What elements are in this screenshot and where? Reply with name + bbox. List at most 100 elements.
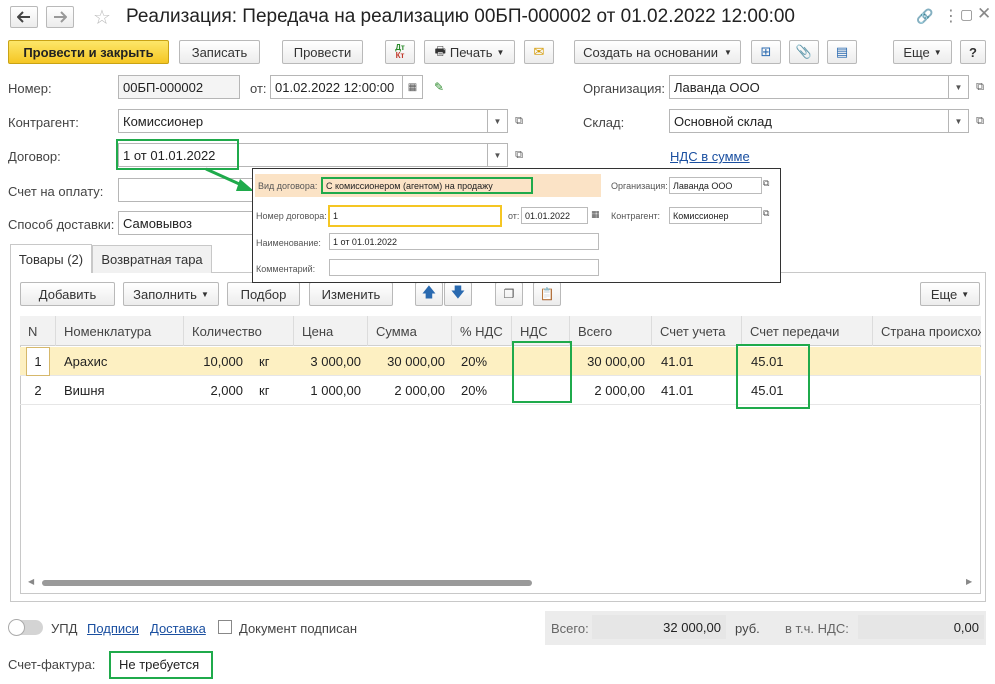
paste-rows-button[interactable]: 📋 (533, 282, 561, 306)
list-button[interactable]: ▤ (827, 40, 857, 64)
table-header: N Номенклатура Количество Цена Сумма % Н… (20, 316, 981, 346)
col-n[interactable]: N (20, 316, 56, 346)
structure-button[interactable]: ⊞ (751, 40, 781, 64)
counterparty-open-icon[interactable]: ⧉ (509, 109, 529, 133)
col-country[interactable]: Страна происхож (873, 316, 981, 346)
delivery-field[interactable]: Самовывоз (118, 211, 258, 235)
comment-field[interactable] (329, 259, 599, 276)
select-button[interactable]: Подбор (227, 282, 300, 306)
signed-checkbox[interactable] (218, 620, 232, 634)
copy-icon: ❐ (503, 287, 515, 301)
popup-date-field[interactable]: 01.01.2022 (521, 207, 588, 224)
name-label: Наименование: (256, 238, 321, 248)
move-up-button[interactable]: 🡅 (415, 282, 443, 306)
create-based-label: Создать на основании (583, 44, 718, 60)
link-icon[interactable]: 🔗 (916, 8, 933, 25)
name-field[interactable]: 1 от 01.01.2022 (329, 233, 599, 250)
maximize-icon[interactable]: ▢ (960, 6, 973, 23)
table-more-label: Еще (930, 286, 958, 302)
warehouse-open-icon[interactable]: ⧉ (970, 109, 990, 133)
col-qty[interactable]: Количество (184, 316, 294, 346)
popup-org-field[interactable]: Лаванда ООО (669, 177, 762, 194)
counterparty-field[interactable]: Комиссионер (118, 109, 488, 133)
forward-button[interactable] (46, 6, 74, 28)
horizontal-scrollbar[interactable]: ◀ ▶ (28, 577, 974, 587)
col-vat-rate[interactable]: % НДС (452, 316, 512, 346)
col-transfer-account[interactable]: Счет передачи (742, 316, 873, 346)
dt-kt-icon-bottom: Кт (395, 51, 405, 60)
cell-qty: 10,000 (203, 354, 243, 369)
total-value-text: 32 000,00 (663, 619, 721, 635)
printer-icon: 🖶 (434, 43, 446, 58)
favorite-star-icon[interactable]: ☆ (93, 5, 111, 30)
organization-dropdown[interactable]: ▼ (949, 75, 969, 99)
create-based-on-button[interactable]: Создать на основании ▼ (574, 40, 741, 64)
move-down-button[interactable]: 🡇 (444, 282, 472, 306)
popup-counterparty-open-icon[interactable]: ⧉ (763, 208, 769, 219)
scroll-thumb[interactable] (42, 580, 532, 586)
delivery-label: Способ доставки: (8, 217, 115, 232)
transfer-account-highlight (736, 344, 810, 409)
hierarchy-icon: ⊞ (760, 44, 772, 59)
chevron-down-icon: ▼ (723, 47, 732, 57)
fill-button[interactable]: Заполнить ▼ (123, 282, 219, 306)
envelope-icon: ✉ (533, 44, 545, 59)
cell-n: 2 (26, 376, 50, 405)
email-button[interactable]: ✉ (524, 40, 554, 64)
contract-type-field[interactable]: С комиссионером (агентом) на продажу (321, 177, 533, 194)
edit-number-icon[interactable]: ✎ (434, 80, 444, 94)
col-total[interactable]: Всего (570, 316, 652, 346)
copy-rows-button[interactable]: ❐ (495, 282, 523, 306)
contract-label: Договор: (8, 149, 61, 164)
close-icon[interactable]: ✕ (977, 4, 991, 24)
back-button[interactable] (10, 6, 38, 28)
organization-open-icon[interactable]: ⧉ (970, 75, 990, 99)
arrow-left-icon (17, 11, 30, 23)
vat-in-sum-link[interactable]: НДС в сумме (670, 149, 750, 164)
help-button[interactable]: ? (960, 40, 986, 64)
col-account[interactable]: Счет учета (652, 316, 742, 346)
cell-n: 1 (26, 347, 50, 376)
table-row[interactable]: 1 Арахис 10,000 кг 3 000,00 30 000,00 20… (20, 347, 981, 376)
number-field[interactable]: 00БП-000002 (118, 75, 240, 99)
attach-button[interactable]: 📎 (789, 40, 819, 64)
more-button[interactable]: Еще ▼ (893, 40, 952, 64)
col-sum[interactable]: Сумма (368, 316, 452, 346)
table-more-button[interactable]: Еще ▼ (920, 282, 980, 306)
post-and-close-button[interactable]: Провести и закрыть (8, 40, 169, 64)
dt-kt-button[interactable]: Дт Кт (385, 40, 415, 64)
tab-goods[interactable]: Товары (2) (10, 244, 92, 273)
kebab-menu-icon[interactable]: ⋮ (943, 6, 959, 26)
arrow-down-icon: 🡇 (450, 284, 466, 300)
save-button[interactable]: Записать (179, 40, 260, 64)
popup-calendar-icon[interactable]: ▦ (591, 209, 600, 220)
tab-returnable-containers[interactable]: Возвратная тара (92, 245, 212, 273)
contract-dropdown[interactable]: ▼ (488, 143, 508, 167)
delivery-link[interactable]: Доставка (150, 621, 206, 636)
contract-no-field[interactable]: 1 (328, 205, 502, 227)
col-price[interactable]: Цена (294, 316, 368, 346)
col-item[interactable]: Номенклатура (56, 316, 184, 346)
chevron-down-icon: ▼ (961, 289, 970, 299)
warehouse-field[interactable]: Основной склад (669, 109, 949, 133)
document-list-icon: ▤ (835, 44, 849, 59)
popup-org-open-icon[interactable]: ⧉ (763, 178, 769, 189)
popup-counterparty-label: Контрагент: (611, 211, 661, 221)
scroll-right-arrow[interactable]: ▶ (966, 577, 972, 586)
date-field[interactable]: 01.02.2022 12:00:00 (270, 75, 403, 99)
signatures-link[interactable]: Подписи (87, 621, 139, 636)
counterparty-dropdown[interactable]: ▼ (488, 109, 508, 133)
edit-button[interactable]: Изменить (309, 282, 393, 306)
post-button[interactable]: Провести (282, 40, 363, 64)
table-row[interactable]: 2 Вишня 2,000 кг 1 000,00 2 000,00 20% 2… (20, 376, 981, 405)
upd-toggle[interactable] (8, 619, 43, 636)
signed-label: Документ подписан (239, 621, 358, 636)
scroll-left-arrow[interactable]: ◀ (28, 577, 34, 586)
print-button[interactable]: 🖶 Печать ▼ (424, 40, 515, 64)
calendar-button[interactable]: ▦ (403, 75, 423, 99)
add-row-button[interactable]: Добавить (20, 282, 115, 306)
popup-counterparty-field[interactable]: Комиссионер (669, 207, 762, 224)
contract-open-icon[interactable]: ⧉ (509, 143, 529, 167)
organization-field[interactable]: Лаванда ООО (669, 75, 949, 99)
warehouse-dropdown[interactable]: ▼ (949, 109, 969, 133)
